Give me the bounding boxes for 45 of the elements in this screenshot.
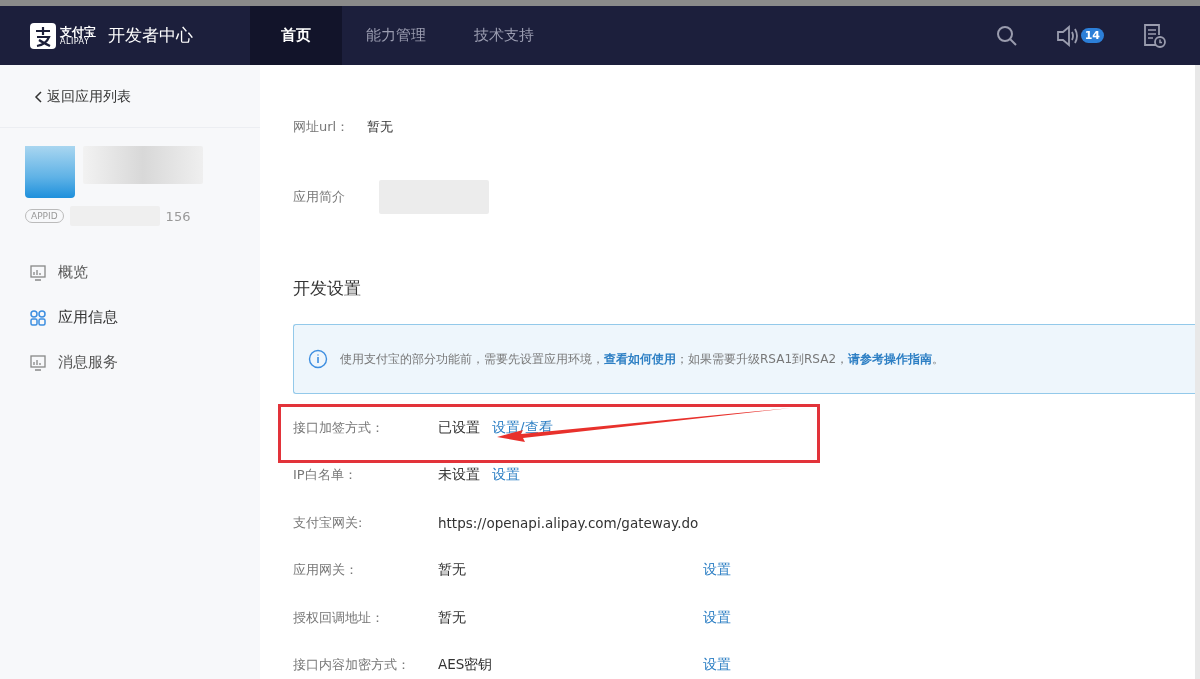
app-icon (25, 146, 75, 198)
setting-label: IP白名单： (293, 466, 358, 485)
setting-label: 应用网关： (293, 561, 359, 580)
back-link[interactable]: 返回应用列表 (47, 88, 131, 106)
setting-link[interactable]: 设置 (703, 561, 731, 580)
nav-tab[interactable]: 技术支持 (450, 6, 558, 65)
setting-link[interactable]: 设置 (492, 466, 520, 485)
logo-icon (30, 22, 56, 49)
field-label: 应用简介 (293, 188, 346, 206)
setting-value: 暂无 (438, 561, 466, 580)
search-icon[interactable] (995, 24, 1018, 47)
setting-value: 已设置 (438, 418, 480, 437)
nav-tab[interactable]: 首页 (250, 6, 342, 65)
setting-label: 支付宝网关: (293, 513, 364, 532)
setting-label: 授权回调地址： (293, 608, 385, 627)
monitor-icon (30, 264, 46, 281)
setting-link[interactable]: 设置 (703, 608, 731, 627)
chevron-left-icon (34, 91, 42, 103)
setting-value: AES密钥 (438, 656, 493, 675)
help-link[interactable]: 查看如何使用 (604, 351, 676, 366)
grid-icon (30, 309, 46, 326)
setting-value: https://openapi.alipay.com/gateway.do (438, 514, 699, 531)
menu-item[interactable]: 消息服务 (0, 340, 260, 385)
field-label: 网址url： (293, 118, 351, 136)
menu-item[interactable]: 概览 (0, 250, 260, 295)
guide-link[interactable]: 请参考操作指南 (848, 351, 933, 366)
site-title: 开发者中心 (108, 24, 193, 47)
speaker-icon[interactable] (1055, 24, 1080, 47)
menu-item[interactable]: 应用信息 (0, 295, 260, 340)
appid-text: 156 (165, 208, 191, 224)
logo-text: 支付宝 (60, 25, 96, 38)
setting-value: 未设置 (438, 466, 480, 485)
field-value: 暂无 (367, 118, 393, 136)
monitor-icon (30, 354, 46, 371)
document-clock-icon[interactable] (1142, 22, 1166, 49)
setting-link[interactable]: 设置 (703, 656, 731, 675)
nav-tab[interactable]: 能力管理 (342, 6, 450, 65)
notification-badge: 14 (1080, 28, 1104, 43)
setting-label: 接口加签方式： (293, 418, 385, 437)
setting-label: 接口内容加密方式： (293, 656, 411, 675)
setting-value: 暂无 (438, 608, 466, 627)
notice-text: 使用支付宝的部分功能前，需要先设置应用环境，查看如何使用；如果需要升级RSA1到RSA2，请参考操作指南。 (340, 350, 945, 368)
info-icon (308, 349, 328, 369)
section-title: 开发设置 (293, 277, 362, 300)
logo-subtext: ALIPAY (60, 37, 90, 46)
